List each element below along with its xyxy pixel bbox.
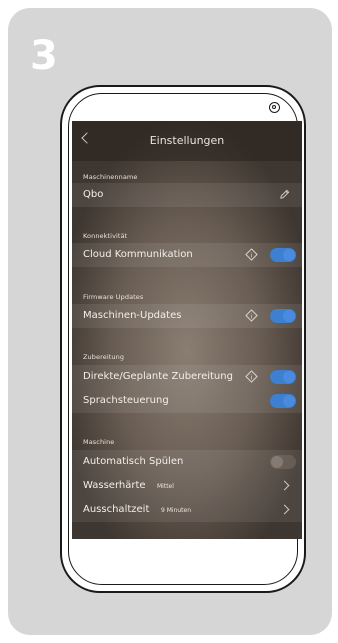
- chevron-right-icon: [279, 480, 290, 491]
- sprache-toggle[interactable]: [270, 394, 296, 408]
- row-machine-name[interactable]: Qbo: [72, 183, 302, 207]
- row-wasserhaerte[interactable]: Wasserhärte Mittel: [72, 474, 302, 498]
- section-label-firmware: Firmware Updates: [83, 293, 144, 301]
- row-maschinen-updates[interactable]: Maschinen-Updates i: [72, 304, 302, 328]
- svg-text:i: i: [251, 312, 253, 320]
- toggle-knob: [271, 456, 283, 468]
- toggle-knob: [283, 395, 295, 407]
- svg-text:i: i: [251, 251, 253, 259]
- wasserhaerte-label: Wasserhärte: [83, 480, 146, 491]
- chevron-right-icon: [279, 504, 290, 515]
- row-cloud-kommunikation[interactable]: Cloud Kommunikation i: [72, 243, 302, 267]
- svg-text:i: i: [251, 373, 253, 381]
- row-automatisch-spuelen[interactable]: Automatisch Spülen: [72, 450, 302, 474]
- camera-icon: [269, 102, 280, 113]
- machine-name-value: Qbo: [83, 189, 104, 200]
- ausschaltzeit-label: Ausschaltzeit: [83, 504, 150, 515]
- info-icon[interactable]: i: [245, 370, 258, 383]
- row-sprachsteuerung[interactable]: Sprachsteuerung: [72, 389, 302, 413]
- maschinen-updates-label: Maschinen-Updates: [83, 310, 182, 321]
- ausschaltzeit-value: 9 Minuten: [161, 507, 192, 514]
- section-label-maschine: Maschine: [83, 438, 115, 446]
- step-number: 3: [30, 33, 58, 79]
- wasserhaerte-value: Mittel: [157, 483, 174, 490]
- toggle-knob: [283, 371, 295, 383]
- info-icon[interactable]: i: [245, 309, 258, 322]
- settings-screen: Einstellungen Maschinenname Qbo Konnekti…: [72, 121, 302, 539]
- page-title: Einstellungen: [149, 134, 225, 147]
- toggle-knob: [283, 310, 295, 322]
- cloud-kommunikation-label: Cloud Kommunikation: [83, 249, 193, 260]
- header-bar: Einstellungen: [72, 121, 302, 161]
- updates-toggle[interactable]: [270, 309, 296, 323]
- row-ausschaltzeit[interactable]: Ausschaltzeit 9 Minuten: [72, 498, 302, 522]
- direkt-toggle[interactable]: [270, 370, 296, 384]
- toggle-knob: [283, 249, 295, 261]
- spuelen-toggle[interactable]: [270, 455, 296, 469]
- section-label-konnektivitaet: Konnektivität: [83, 232, 128, 240]
- section-label-maschinenname: Maschinenname: [83, 173, 138, 181]
- pencil-icon[interactable]: [279, 189, 290, 200]
- cloud-toggle[interactable]: [270, 248, 296, 262]
- sprachsteuerung-label: Sprachsteuerung: [83, 395, 169, 406]
- info-icon[interactable]: i: [245, 248, 258, 261]
- automatisch-spuelen-label: Automatisch Spülen: [83, 456, 184, 467]
- direkte-zubereitung-label: Direkte/Geplante Zubereitung: [83, 371, 233, 382]
- row-direkte-zubereitung[interactable]: Direkte/Geplante Zubereitung i: [72, 365, 302, 389]
- section-label-zubereitung: Zubereitung: [83, 353, 125, 361]
